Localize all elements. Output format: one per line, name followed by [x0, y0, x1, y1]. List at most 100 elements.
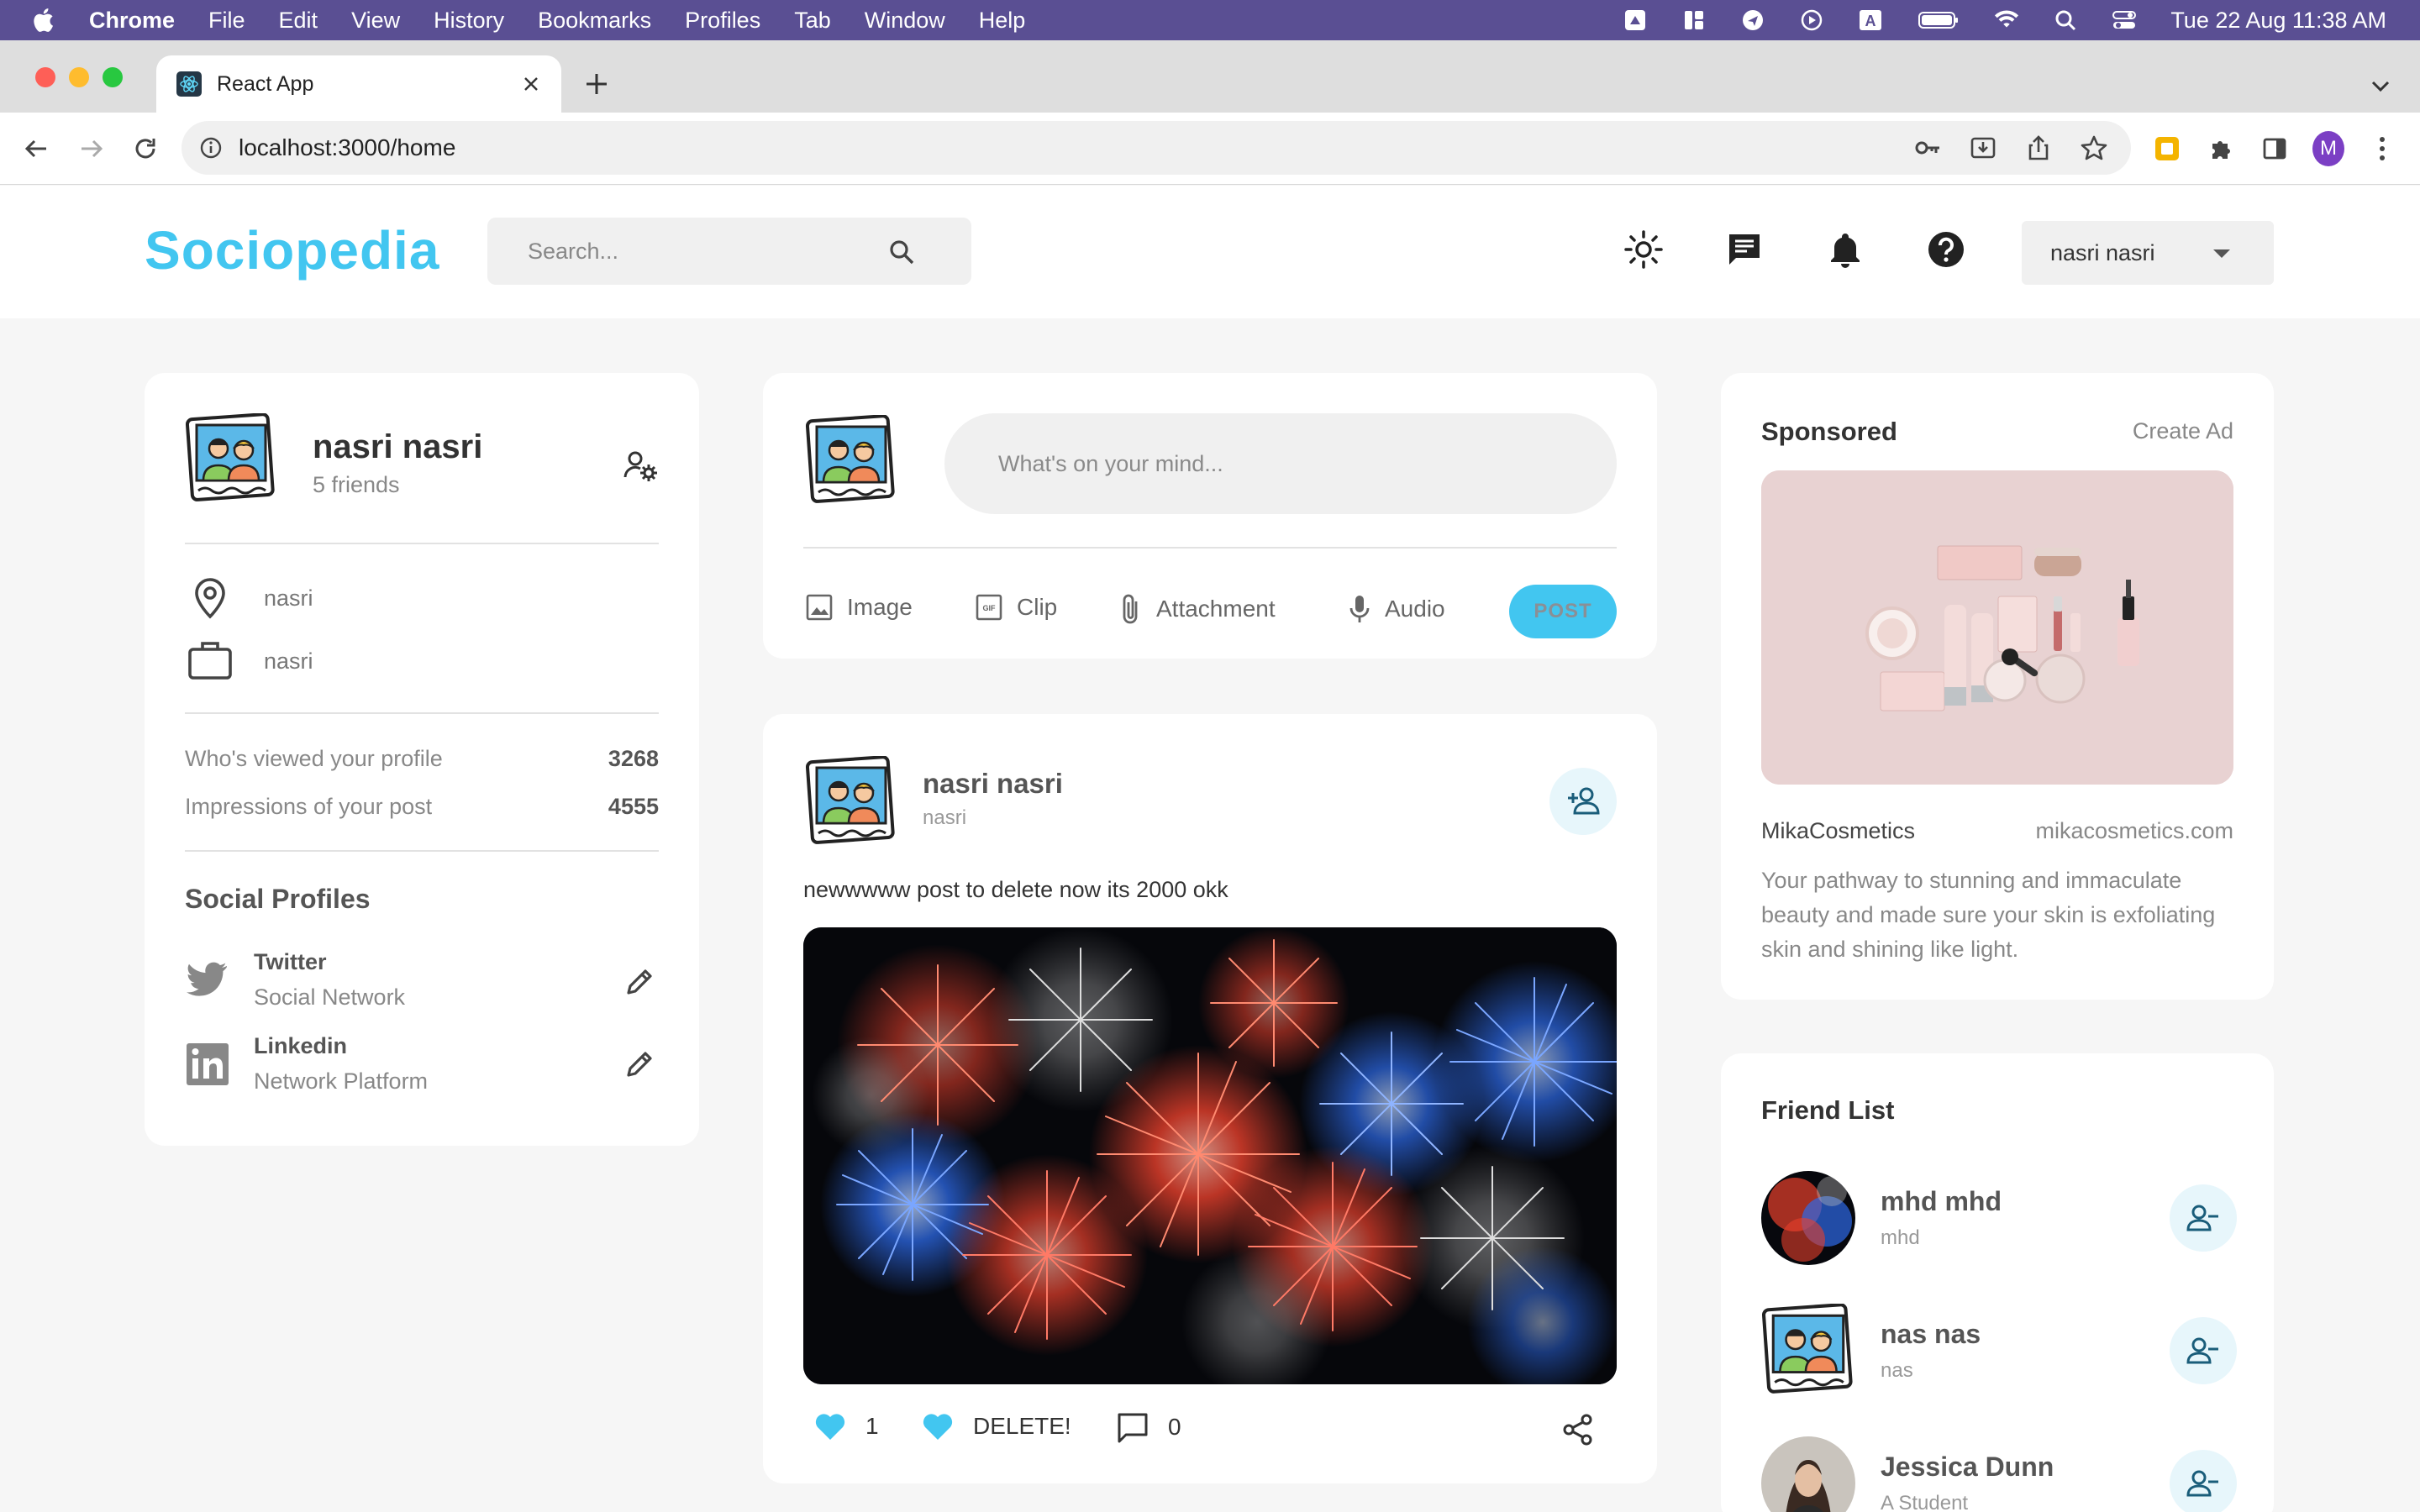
friend-avatar[interactable]	[1761, 1436, 1855, 1512]
menu-app-name[interactable]: Chrome	[89, 8, 175, 34]
browser-tab-active[interactable]: React App	[156, 55, 561, 113]
bookmark-star-icon[interactable]	[2079, 133, 2109, 163]
friend-avatar[interactable]	[1761, 1304, 1855, 1398]
edit-pencil-icon[interactable]	[623, 1048, 657, 1082]
friend-name[interactable]: Jessica Dunn	[1881, 1452, 2054, 1483]
tab-search-chevron-icon[interactable]	[2370, 77, 2391, 94]
add-clip-button[interactable]: GIF Clip	[975, 593, 1057, 622]
menu-profiles[interactable]: Profiles	[685, 8, 760, 34]
image-label: Image	[847, 594, 913, 620]
add-audio-button[interactable]: Audio	[1348, 593, 1445, 625]
post-author-name[interactable]: nasri nasri	[923, 768, 1063, 800]
back-arrow-icon[interactable]	[20, 133, 52, 165]
help-question-icon[interactable]	[1924, 228, 1968, 271]
battery-icon[interactable]	[1917, 8, 1960, 33]
menu-help[interactable]: Help	[979, 8, 1026, 34]
edit-pencil-icon[interactable]	[623, 966, 657, 1000]
spotlight-search-icon[interactable]	[2053, 8, 2078, 33]
post-author-avatar[interactable]	[805, 756, 897, 848]
post-button[interactable]: POST	[1509, 585, 1617, 638]
app-logo[interactable]: Sociopedia	[145, 219, 439, 281]
extensions-puzzle-icon[interactable]	[2205, 133, 2237, 165]
reload-icon[interactable]	[129, 133, 161, 165]
drive-icon[interactable]	[1623, 8, 1648, 33]
remove-friend-button[interactable]	[2170, 1450, 2237, 1512]
ad-brand-name[interactable]: MikaCosmetics	[1761, 818, 1915, 844]
site-info-icon[interactable]	[198, 135, 224, 160]
new-tab-plus-icon[interactable]	[581, 69, 612, 99]
like-button[interactable]: 1	[813, 1411, 879, 1441]
menubar-clock[interactable]: Tue 22 Aug 11:38 AM	[2170, 8, 2386, 34]
post-image-fireworks[interactable]	[803, 927, 1617, 1384]
keyboard-input-icon[interactable]: A	[1858, 8, 1883, 33]
control-center-icon[interactable]	[2112, 8, 2137, 33]
menu-tab[interactable]: Tab	[794, 8, 831, 34]
heart-icon	[923, 1414, 953, 1440]
friend-item[interactable]: nas nas nas	[1761, 1304, 2237, 1398]
add-image-button[interactable]: Image	[805, 593, 913, 622]
layout-icon[interactable]	[1681, 8, 1707, 33]
person-remove-icon	[2186, 1337, 2218, 1364]
forward-arrow-icon[interactable]	[76, 133, 108, 165]
apple-icon[interactable]	[32, 8, 57, 33]
work-briefcase-icon	[187, 637, 234, 684]
search-input[interactable]	[528, 238, 864, 265]
yellow-extension-icon[interactable]	[2151, 133, 2183, 165]
install-app-icon[interactable]	[1968, 133, 1998, 163]
play-circle-icon[interactable]	[1799, 8, 1824, 33]
comments-button[interactable]: 0	[1116, 1411, 1181, 1443]
ad-site-link[interactable]: mikacosmetics.com	[2035, 818, 2233, 844]
profile-avatar-button[interactable]: M	[2312, 131, 2344, 166]
ad-description: Your pathway to stunning and immaculate …	[1761, 868, 2216, 962]
menu-bookmarks[interactable]: Bookmarks	[538, 8, 651, 34]
friend-avatar[interactable]	[1761, 1171, 1855, 1265]
window-zoom-button[interactable]	[103, 67, 123, 87]
react-favicon-icon	[176, 71, 202, 97]
address-bar[interactable]: localhost:3000/home	[182, 121, 2131, 175]
menu-file[interactable]: File	[208, 8, 245, 34]
friend-list-widget: Friend List mhd mhd mhd nas nas nas Jess…	[1721, 1053, 2274, 1512]
create-ad-link[interactable]: Create Ad	[2133, 418, 2233, 444]
tab-close-icon[interactable]	[521, 74, 541, 94]
menu-history[interactable]: History	[434, 8, 504, 34]
friend-item[interactable]: mhd mhd mhd	[1761, 1171, 2237, 1265]
window-minimize-button[interactable]	[69, 67, 89, 87]
menu-window[interactable]: Window	[865, 8, 945, 34]
user-menu-select[interactable]: nasri nasri	[2022, 221, 2274, 285]
remove-friend-button[interactable]	[2170, 1317, 2237, 1384]
share-icon[interactable]	[1561, 1413, 1595, 1446]
light-mode-sun-icon[interactable]	[1622, 228, 1665, 271]
ad-image-cosmetics[interactable]	[1761, 470, 2233, 785]
delete-post-button[interactable]: DELETE!	[921, 1411, 1071, 1441]
window-close-button[interactable]	[35, 67, 55, 87]
profile-views-label: Who's viewed your profile	[185, 746, 443, 771]
composer-avatar[interactable]	[805, 415, 897, 507]
social-linkedin-name[interactable]: Linkedin	[254, 1033, 347, 1059]
password-key-icon[interactable]	[1912, 133, 1943, 163]
user-widget-name[interactable]: nasri nasri	[313, 428, 482, 466]
side-panel-icon[interactable]	[2259, 133, 2291, 165]
whats-on-your-mind-input[interactable]	[944, 413, 1617, 514]
notifications-bell-icon[interactable]	[1823, 228, 1867, 271]
remove-friend-button[interactable]	[2170, 1184, 2237, 1252]
user-menu-name: nasri nasri	[2050, 239, 2155, 265]
friend-list-title: Friend List	[1761, 1095, 1895, 1125]
search-icon[interactable]	[887, 238, 916, 266]
social-twitter-name[interactable]: Twitter	[254, 949, 327, 975]
paperclip-icon	[1123, 594, 1138, 624]
add-friend-button[interactable]	[1549, 768, 1617, 835]
manage-account-icon[interactable]	[622, 447, 659, 484]
friend-name[interactable]: mhd mhd	[1881, 1186, 2002, 1217]
address-url[interactable]: localhost:3000/home	[239, 134, 455, 161]
user-avatar[interactable]	[185, 413, 277, 506]
chrome-menu-kebab-icon[interactable]	[2366, 133, 2398, 165]
wifi-icon[interactable]	[1994, 8, 2019, 33]
send-icon[interactable]	[1740, 8, 1765, 33]
messages-icon[interactable]	[1723, 228, 1766, 271]
menu-edit[interactable]: Edit	[279, 8, 318, 34]
friend-item[interactable]: Jessica Dunn A Student	[1761, 1436, 2237, 1512]
menu-view[interactable]: View	[351, 8, 400, 34]
share-icon[interactable]	[2023, 133, 2054, 163]
add-attachment-button[interactable]: Attachment	[1119, 593, 1276, 625]
friend-name[interactable]: nas nas	[1881, 1319, 1981, 1350]
